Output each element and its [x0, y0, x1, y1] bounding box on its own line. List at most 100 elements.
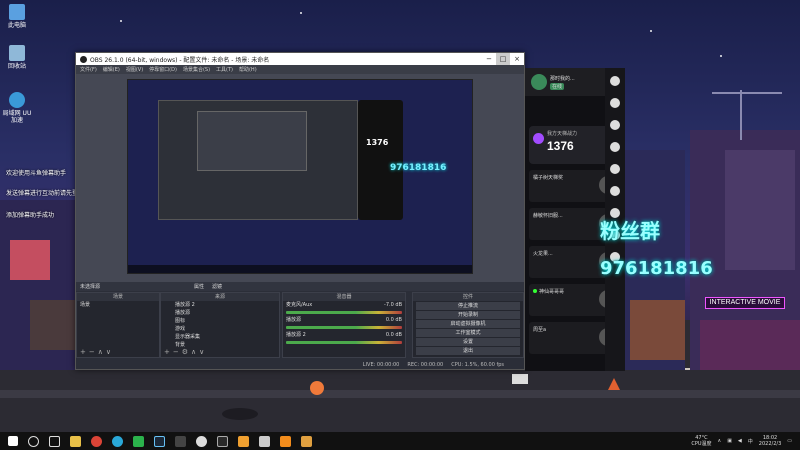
clock-date: 2022/2/3 [758, 441, 782, 447]
menu-help[interactable]: 帮助(H) [239, 66, 257, 73]
menu-edit[interactable]: 编辑(E) [103, 66, 120, 73]
edge-icon[interactable] [112, 435, 123, 447]
volume-icon[interactable] [610, 76, 620, 86]
scene-controls[interactable]: +−∧∨ [77, 348, 159, 357]
obs-icon[interactable] [196, 435, 207, 447]
twitch-icon [533, 133, 544, 144]
app-icon[interactable] [175, 435, 186, 447]
source-item[interactable]: 游戏 [161, 325, 279, 333]
network-icon[interactable]: ▣ [727, 438, 732, 444]
wechat-icon[interactable] [133, 435, 144, 447]
nested-fan-number: 976181816 [390, 163, 447, 173]
tray-arrow-icon[interactable]: ∧ [718, 438, 722, 444]
nested-chat-number: 1376 [366, 138, 389, 147]
source-item[interactable]: 播放源 [161, 309, 279, 317]
neon-sign: INTERACTIVE MOVIE [705, 297, 785, 309]
preview-canvas[interactable]: 1376 976181816 [127, 79, 473, 274]
mixer-channel-name: 播放源 [286, 317, 302, 323]
menu-bar: 文件(F) 编辑(E) 视图(V) 停靠窗口(D) 场景集合(S) 工具(T) … [76, 65, 524, 74]
source-item[interactable]: 图标 [161, 317, 279, 325]
mixer-meter[interactable] [286, 341, 402, 344]
obs-docks: 未选择源 属性 滤镜 场景 场景 +−∧∨ 来源 播放源 2 播放源 图标 游戏… [76, 282, 524, 369]
menu-view[interactable]: 视图(V) [126, 66, 143, 73]
app-icon[interactable] [217, 435, 228, 447]
menu-docks[interactable]: 停靠窗口(D) [149, 66, 177, 73]
app-icon[interactable] [280, 435, 291, 447]
fan-group-number: 976181816 [600, 258, 713, 279]
start-icon[interactable] [8, 436, 18, 446]
overlay-line: 添加弹幕助手成功 [6, 212, 55, 219]
cpu-fps: CPU: 1.5%, 60.00 fps [451, 361, 504, 368]
nested-obs-preview [158, 100, 358, 220]
desktop-icon-label: 回收站 [7, 63, 26, 70]
menu-tools[interactable]: 工具(T) [216, 66, 233, 73]
sources-dock: 来源 播放源 2 播放源 图标 游戏 显示器采集 背景 +−⚙∧∨ [160, 292, 280, 358]
no-source-label: 未选择源 [80, 284, 101, 290]
list-item-label: 火龙果... [533, 251, 553, 257]
steam-icon[interactable] [154, 435, 165, 447]
mixer-channel: 播放源 0.0 dB [283, 316, 405, 324]
mixer-meter[interactable] [286, 326, 402, 329]
ime-icon[interactable]: 中 [748, 438, 753, 445]
desktop-icon-label: 此电脑 [7, 22, 26, 29]
mixer-meter[interactable] [286, 311, 402, 314]
volume-icon[interactable]: ◀ [738, 438, 742, 444]
list-item-label: 赫敏怀旧服... [533, 213, 563, 219]
weather-widget[interactable]: 47°C CPU温度 [691, 435, 711, 447]
source-controls[interactable]: +−⚙∧∨ [161, 348, 279, 357]
status-badge: 在线 [550, 82, 565, 90]
nested-taskbar [128, 265, 472, 273]
obs-statusbar: LIVE: 00:00:00 REC: 00:00:00 CPU: 1.5%, … [76, 360, 524, 369]
filters-button[interactable]: 滤镜 [212, 283, 222, 290]
user-icon[interactable] [610, 120, 620, 130]
list-item-label: 周至a [533, 327, 547, 333]
weather-sub: CPU温度 [691, 441, 712, 447]
desktop-icon-uu[interactable]: 局域网 UU加速 [0, 92, 34, 124]
source-item[interactable]: 播放源 2 [161, 301, 279, 309]
user-icon[interactable] [610, 142, 620, 152]
dock-title: 来源 [161, 293, 279, 301]
system-tray: 47°C CPU温度 ∧ ▣ ◀ 中 18:02 2022/2/3 ▭ [691, 435, 800, 447]
mixer-channel: 麦克风/Aux -7.0 dB [283, 301, 405, 309]
app-icon[interactable] [259, 435, 270, 447]
clock[interactable]: 18:02 2022/2/3 [759, 435, 781, 447]
mixer-dock: 混音器 麦克风/Aux -7.0 dB 播放源 0.0 dB 播放源 2 0.0… [282, 292, 406, 358]
chat-header-name: 那时我的... [550, 75, 575, 82]
menu-file[interactable]: 文件(F) [80, 66, 97, 73]
menu-scene-collection[interactable]: 场景集合(S) [183, 66, 210, 73]
stat-card-value: 1376 [547, 139, 574, 153]
douyu-icon[interactable] [238, 435, 249, 447]
source-item[interactable]: 显示器采集 [161, 333, 279, 341]
search-icon[interactable] [28, 435, 39, 447]
studio-mode-button[interactable]: 工作室模式 [416, 329, 520, 337]
obs-window[interactable]: OBS 26.1.0 (64-bit, windows) - 配置文件: 未命名… [75, 52, 525, 370]
settings-button[interactable]: 设置 [416, 338, 520, 346]
maximize-button[interactable]: □ [496, 53, 510, 65]
user-icon[interactable] [610, 164, 620, 174]
list-item-label: 橘子树天梯奖 [533, 175, 564, 181]
desktop-icon-recycle-bin[interactable]: 回收站 [0, 45, 34, 70]
user-icon[interactable] [610, 98, 620, 108]
live-timer: LIVE: 00:00:00 [362, 361, 400, 368]
desktop-icon-computer[interactable]: 此电脑 [0, 4, 34, 29]
app-icon[interactable] [301, 435, 312, 447]
exit-button[interactable]: 退出 [416, 347, 520, 355]
properties-button[interactable]: 属性 [194, 283, 204, 290]
stop-streaming-button[interactable]: 停止推流 [416, 302, 520, 310]
desktop-icon-label: 局域网 UU加速 [2, 110, 32, 124]
close-button[interactable]: × [510, 53, 524, 65]
virtual-camera-button[interactable]: 启动虚拟摄像机 [416, 320, 520, 328]
mixer-channel-name: 播放源 2 [286, 332, 306, 338]
user-icon[interactable] [610, 186, 620, 196]
obs-titlebar[interactable]: OBS 26.1.0 (64-bit, windows) - 配置文件: 未命名… [76, 53, 524, 65]
task-view-icon[interactable] [49, 435, 60, 447]
computer-icon [9, 4, 25, 20]
scene-item[interactable]: 场景 [77, 301, 159, 309]
fan-group-title: 粉丝群 [600, 219, 660, 243]
minimize-button[interactable]: − [482, 53, 496, 65]
notification-icon[interactable]: ▭ [787, 438, 792, 444]
chrome-icon[interactable] [91, 435, 102, 447]
start-recording-button[interactable]: 开始录制 [416, 311, 520, 319]
explorer-icon[interactable] [70, 435, 81, 447]
avatar[interactable] [531, 74, 547, 90]
